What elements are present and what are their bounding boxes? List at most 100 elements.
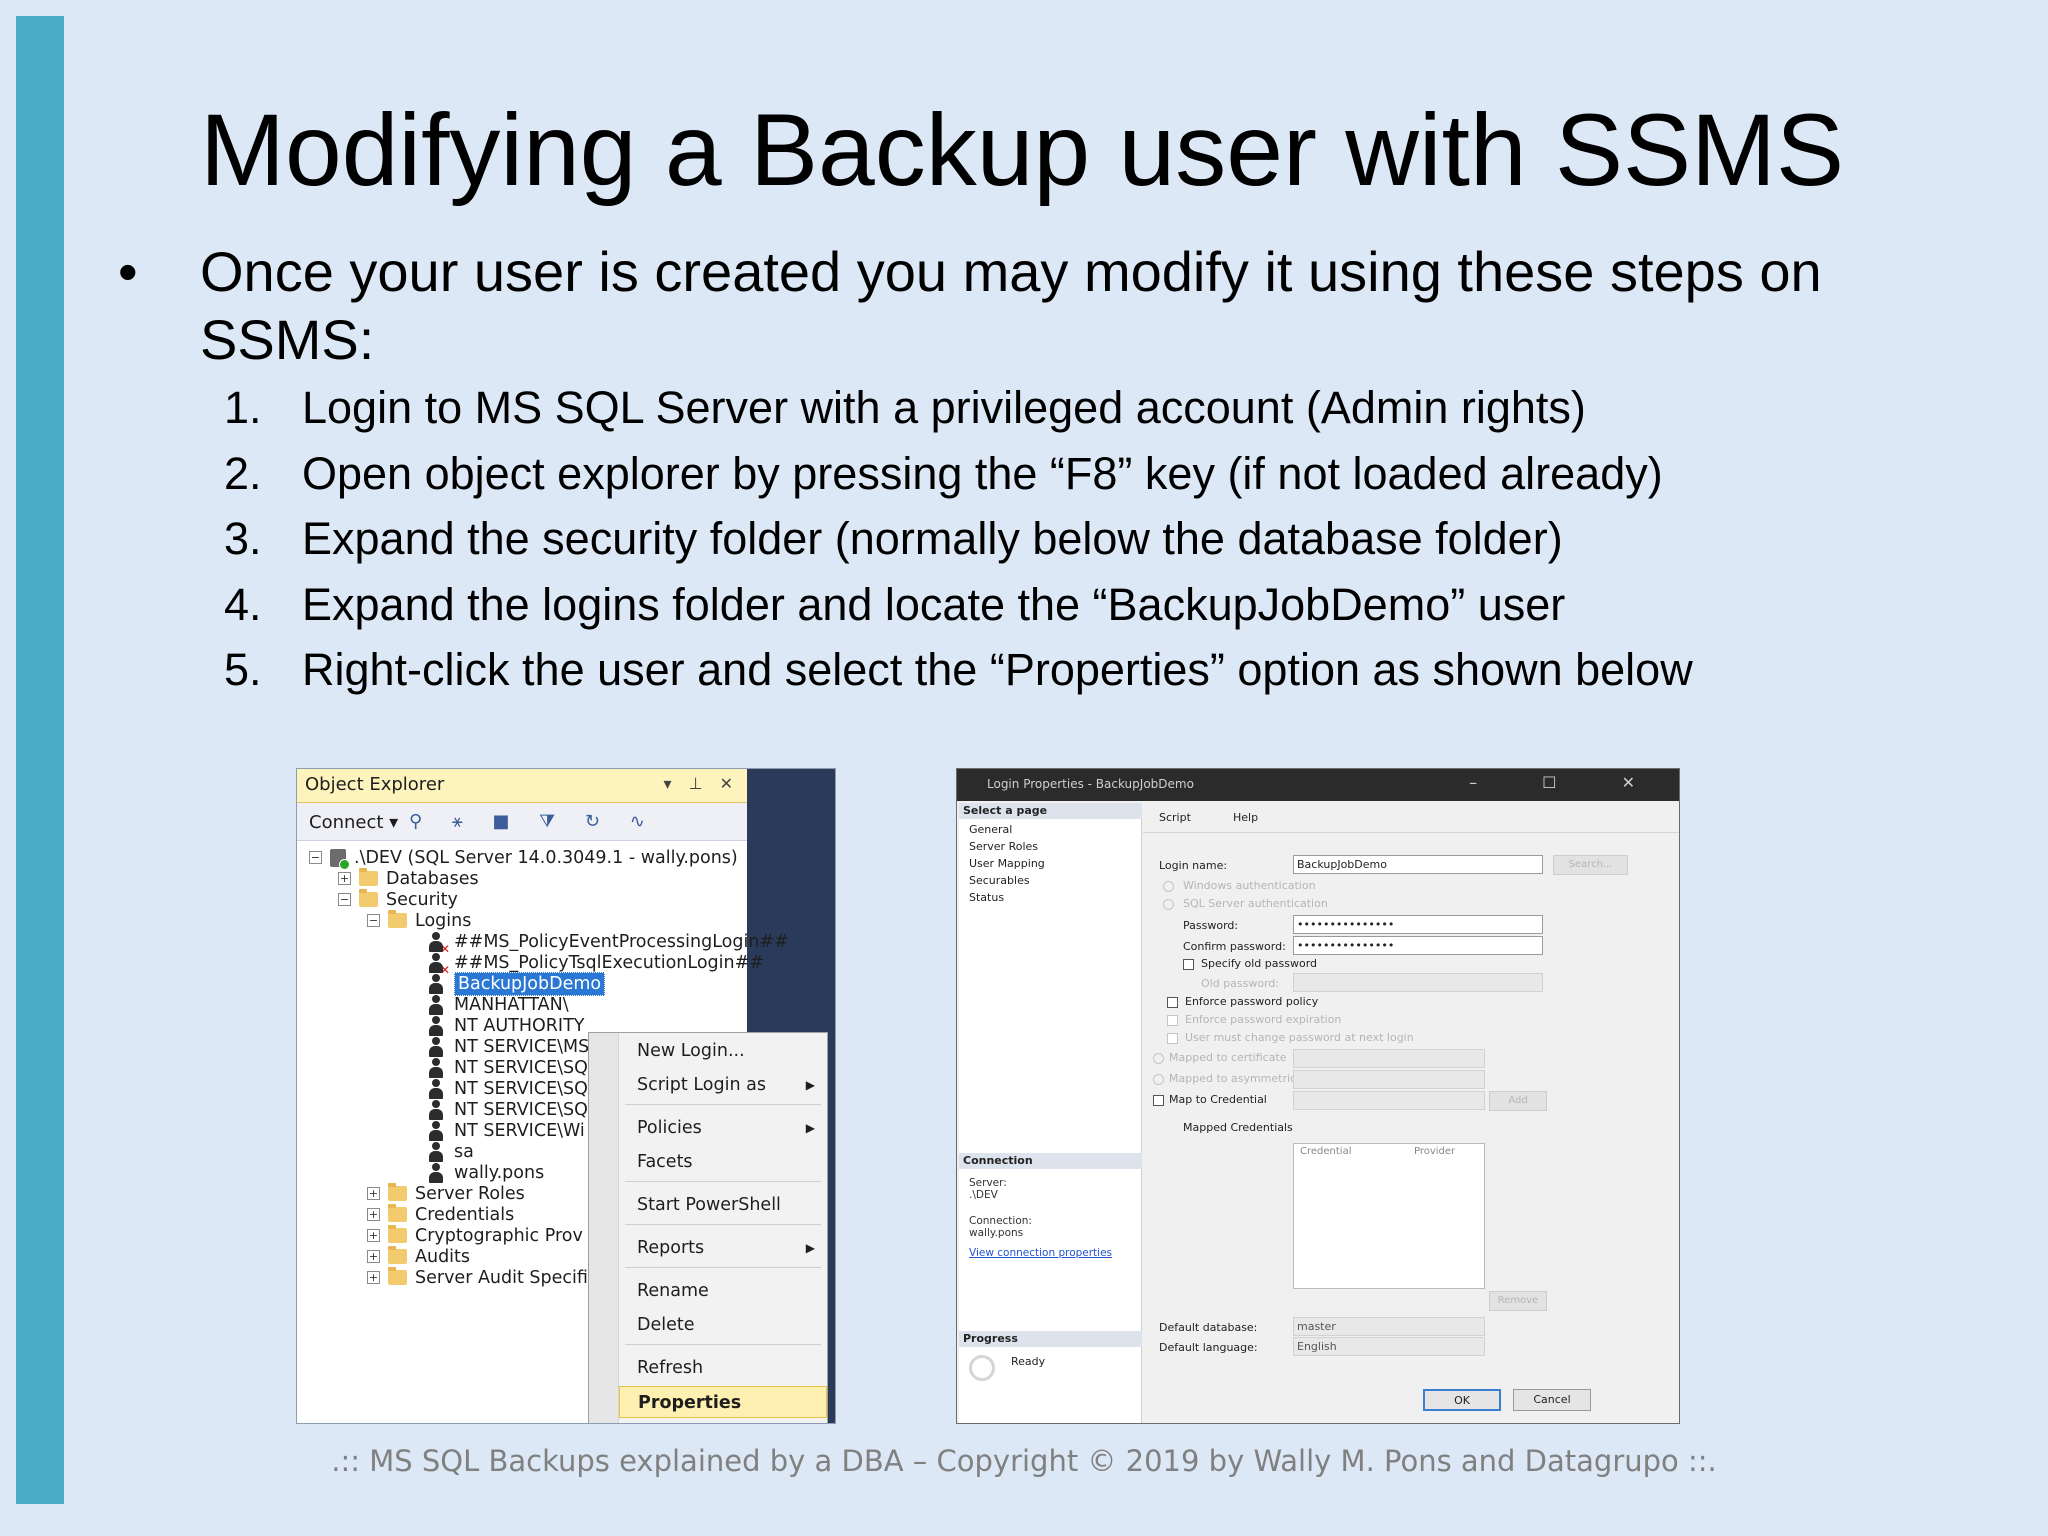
login-properties-screenshot: Login Properties - BackupJobDemo – ☐ ✕ S… — [956, 768, 1680, 1424]
select-page-header: Select a page — [959, 803, 1142, 819]
folder-icon — [388, 1225, 407, 1243]
server-value: .\DEV — [969, 1189, 998, 1201]
map-credential-checkbox[interactable] — [1153, 1095, 1164, 1106]
collapse-toggle[interactable]: − — [309, 851, 322, 864]
enforce-expiration-checkbox[interactable] — [1167, 1015, 1178, 1026]
expand-toggle[interactable]: + — [367, 1229, 380, 1242]
specify-old-password-label: Specify old password — [1201, 957, 1318, 970]
login-name-input[interactable]: BackupJobDemo — [1293, 855, 1543, 874]
menu-item-refresh[interactable]: Refresh — [619, 1352, 827, 1384]
menu-separator — [625, 1267, 821, 1268]
menu-separator — [625, 1181, 821, 1182]
server-icon — [330, 848, 350, 870]
enforce-policy-checkbox[interactable] — [1167, 997, 1178, 1008]
ok-button[interactable]: OK — [1423, 1389, 1501, 1411]
credential-select[interactable] — [1293, 1091, 1485, 1110]
step-text: Right-click the user and select the “Pro… — [302, 644, 1693, 695]
slide-footer: .:: MS SQL Backups explained by a DBA – … — [331, 1444, 1717, 1478]
step-item: 2. Open object explorer by pressing the “… — [224, 444, 1924, 510]
progress-status: Ready — [1011, 1355, 1046, 1368]
expand-toggle[interactable]: + — [367, 1208, 380, 1221]
step-number: 5. — [224, 644, 262, 695]
help-button[interactable]: Help — [1233, 811, 1258, 824]
folder-icon — [359, 889, 378, 907]
default-database-select[interactable]: master — [1293, 1317, 1485, 1336]
old-password-label: Old password: — [1201, 977, 1280, 990]
folder-icon — [359, 868, 378, 886]
mapped-credentials-label: Mapped Credentials — [1183, 1121, 1293, 1134]
menu-item-start-powershell[interactable]: Start PowerShell — [619, 1189, 827, 1221]
enforce-expiration-label: Enforce password expiration — [1185, 1013, 1342, 1026]
add-button[interactable]: Add — [1489, 1091, 1547, 1111]
menu-item-rename[interactable]: Rename — [619, 1275, 827, 1307]
expand-toggle[interactable]: + — [367, 1271, 380, 1284]
menu-item-delete[interactable]: Delete — [619, 1309, 827, 1341]
folder-icon — [388, 1246, 407, 1264]
menu-separator — [625, 1224, 821, 1225]
pane-control-icons[interactable]: ▾ ⊥ ✕ — [663, 774, 739, 793]
sql-auth-label: SQL Server authentication — [1183, 897, 1328, 910]
specify-old-password-checkbox[interactable] — [1183, 959, 1194, 970]
page-link-general[interactable]: General — [969, 823, 1012, 836]
page-selector-pane: Select a page General Server Roles User … — [959, 803, 1142, 1423]
page-link-securables[interactable]: Securables — [969, 874, 1030, 887]
mapped-cert-radio[interactable] — [1153, 1053, 1164, 1064]
folder-icon — [388, 910, 407, 928]
menu-item-script-login-as[interactable]: Script Login as ▶ — [619, 1069, 827, 1101]
view-connection-link[interactable]: View connection properties — [969, 1247, 1112, 1259]
must-change-checkbox[interactable] — [1167, 1033, 1178, 1044]
expand-toggle[interactable]: + — [367, 1187, 380, 1200]
collapse-toggle[interactable]: − — [367, 914, 380, 927]
default-language-select[interactable]: English — [1293, 1337, 1485, 1356]
asymmetric-key-select[interactable] — [1293, 1070, 1485, 1089]
bullet-marker: • — [118, 240, 138, 303]
context-menu-icon-strip — [589, 1033, 619, 1423]
dialog-titlebar: Login Properties - BackupJobDemo – ☐ ✕ — [957, 769, 1679, 801]
cancel-button[interactable]: Cancel — [1513, 1389, 1591, 1411]
connection-value: wally.pons — [969, 1227, 1024, 1239]
must-change-label: User must change password at next login — [1185, 1031, 1414, 1044]
connect-button[interactable]: Connect ▾ — [309, 812, 398, 833]
page-link-server-roles[interactable]: Server Roles — [969, 840, 1038, 853]
menu-item-facets[interactable]: Facets — [619, 1146, 827, 1178]
script-button[interactable]: Script — [1159, 811, 1191, 824]
menu-item-reports[interactable]: Reports ▶ — [619, 1232, 827, 1264]
search-button[interactable]: Search... — [1553, 855, 1628, 875]
folder-icon — [388, 1204, 407, 1222]
step-text: Expand the logins folder and locate the … — [302, 578, 1566, 630]
general-page: Script Help Login name: BackupJobDemo Se… — [1143, 803, 1679, 1423]
windows-auth-radio[interactable] — [1163, 881, 1174, 892]
folder-label: Server Audit Specifi — [415, 1267, 588, 1288]
expand-toggle[interactable]: + — [338, 872, 351, 885]
sql-auth-radio[interactable] — [1163, 899, 1174, 910]
menu-item-policies[interactable]: Policies ▶ — [619, 1112, 827, 1144]
default-database-label: Default database: — [1159, 1321, 1258, 1334]
page-link-user-mapping[interactable]: User Mapping — [969, 857, 1045, 870]
menu-item-properties[interactable]: Properties — [619, 1386, 827, 1418]
page-link-status[interactable]: Status — [969, 891, 1004, 904]
connection-header: Connection — [959, 1153, 1142, 1169]
step-item: 5. Right-click the user and select the “P… — [224, 640, 1924, 706]
certificate-select[interactable] — [1293, 1049, 1485, 1068]
menu-item-new-login[interactable]: New Login... — [619, 1035, 827, 1067]
progress-ring-icon — [969, 1355, 995, 1381]
object-explorer-title: Object Explorer — [305, 774, 445, 795]
slide-title: Modifying a Backup user with SSMS — [200, 93, 1845, 207]
toolbar-icons[interactable]: ⚲ ⚹ ■ ⧩ ↻ ∿ — [409, 811, 657, 832]
mapped-cert-label: Mapped to certificate — [1169, 1051, 1287, 1064]
password-input[interactable]: ••••••••••••••• — [1293, 915, 1543, 934]
window-control-icons[interactable]: – ☐ ✕ — [1469, 773, 1665, 792]
dialog-title: Login Properties - BackupJobDemo — [987, 777, 1194, 791]
submenu-arrow-icon: ▶ — [805, 1241, 815, 1255]
collapse-toggle[interactable]: − — [338, 893, 351, 906]
old-password-input[interactable] — [1293, 973, 1543, 992]
step-text: Expand the security folder (normally bel… — [302, 513, 1563, 564]
expand-toggle[interactable]: + — [367, 1250, 380, 1263]
remove-button[interactable]: Remove — [1489, 1291, 1547, 1311]
mapped-credentials-grid[interactable]: Credential Provider — [1293, 1143, 1485, 1289]
step-number: 2. — [224, 447, 262, 499]
tree-node-folder[interactable]: + Server Audit Specifi — [367, 1264, 588, 1291]
confirm-password-input[interactable]: ••••••••••••••• — [1293, 936, 1543, 955]
step-item: 1. Login to MS SQL Server with a privileg… — [224, 378, 1924, 444]
mapped-key-radio[interactable] — [1153, 1074, 1164, 1085]
